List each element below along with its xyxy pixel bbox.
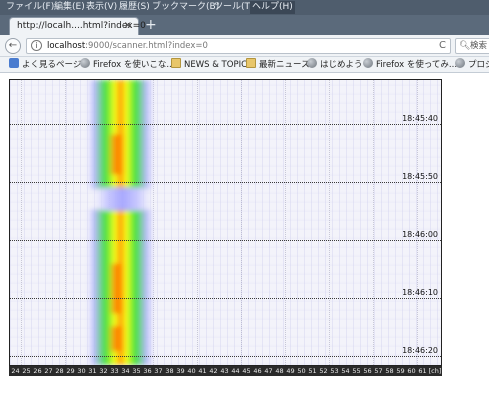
channel-tick-label: 47 [264, 367, 273, 375]
channel-tick-label: 61 [418, 367, 427, 375]
bookmark-item[interactable]: NEWS & TOPICS [171, 58, 252, 72]
globe-icon [455, 58, 465, 68]
channel-tick-label: 48 [275, 367, 284, 375]
search-input[interactable]: 🔍︎ 検索 [455, 38, 489, 54]
menu-view[interactable]: 表示(V) [84, 1, 119, 14]
bookmarks-toolbar: よく見るページ Firefox を使いこな... NEWS & TOPICS 最… [0, 57, 489, 73]
time-gridline [10, 356, 441, 357]
time-label: 18:46:20 [402, 346, 438, 355]
channel-tick-label: 38 [165, 367, 174, 375]
bookmark-label: Firefox を使いこな... [93, 60, 175, 70]
menu-file[interactable]: ファイル(F) [4, 1, 56, 14]
channel-tick-label: 42 [209, 367, 218, 375]
channel-tick-label: 25 [22, 367, 31, 375]
channel-tick-label: 34 [121, 367, 130, 375]
channel-tick-label: 33 [110, 367, 119, 375]
channel-tick-label: 39 [176, 367, 185, 375]
time-gridline [10, 298, 441, 299]
url-path: :9000/scanner.html?index=0 [85, 41, 208, 51]
time-label: 18:46:00 [402, 230, 438, 239]
tab-strip: http://localh....html?index=0 × + [0, 15, 489, 35]
time-label: 18:46:10 [402, 288, 438, 297]
channel-tick-label: 56 [363, 367, 372, 375]
channel-tick-label: 36 [143, 367, 152, 375]
folder-icon [171, 58, 181, 68]
menu-edit[interactable]: 編集(E) [52, 1, 87, 14]
channel-tick-label: 52 [319, 367, 328, 375]
menu-history[interactable]: 履歴(S) [117, 1, 152, 14]
bookmark-label: はじめよう [320, 60, 363, 70]
channel-tick-label: 43 [220, 367, 229, 375]
nav-bar: ← i localhost:9000/scanner.html?index=0 … [0, 35, 489, 57]
time-label: 18:45:50 [402, 172, 438, 181]
bookmark-label: NEWS & TOPICS [184, 60, 253, 70]
channel-tick-label: 44 [231, 367, 240, 375]
time-gridline [10, 240, 441, 241]
channel-tick-label: 53 [330, 367, 339, 375]
globe-icon [307, 58, 317, 68]
bookmark-icon [9, 58, 19, 68]
channel-tick-label: 41 [198, 367, 207, 375]
bookmark-item[interactable]: よく見るページ [9, 58, 81, 72]
channel-tick-label: 27 [44, 367, 53, 375]
time-gridline [10, 124, 441, 125]
channel-tick-label: 54 [341, 367, 350, 375]
menu-bar: ファイル(F) 編集(E) 表示(V) 履歴(S) ブックマーク(B) ツール(… [0, 0, 489, 15]
search-placeholder: 検索 [470, 41, 488, 51]
reload-icon[interactable]: C [439, 39, 446, 53]
channel-tick-label: 37 [154, 367, 163, 375]
url-bar[interactable]: i localhost:9000/scanner.html?index=0 C [26, 38, 451, 54]
bookmark-item[interactable]: Firefox を使ってみ... [363, 58, 457, 72]
menu-tools[interactable]: ツール(T) [212, 1, 256, 14]
channel-tick-label: 32 [99, 367, 108, 375]
channel-tick-label: 35 [132, 367, 141, 375]
menu-help[interactable]: ヘルプ(H) [250, 1, 295, 14]
channel-tick-label: 40 [187, 367, 196, 375]
channel-tick-label: 46 [253, 367, 262, 375]
bookmark-item[interactable]: はじめよう [307, 58, 363, 72]
bookmark-label: プロジ [468, 60, 489, 70]
channel-tick-label: 24 [11, 367, 20, 375]
menu-bookmarks[interactable]: ブックマーク(B) [150, 1, 221, 14]
page-content: 18:45:40 18:45:50 18:46:00 18:46:10 18:4… [0, 74, 489, 403]
channel-tick-label: 50 [297, 367, 306, 375]
info-icon[interactable]: i [31, 40, 42, 51]
tab-active[interactable]: http://localh....html?index=0 × [9, 17, 146, 35]
channel-axis: 24 25 26 27 28 29 30 31 32 33 34 35 36 37 38 39 40 41 42 43… [9, 366, 442, 376]
signal-heatmap [85, 80, 156, 365]
new-tab-button[interactable]: + [145, 16, 157, 34]
channel-tick-label: 49 [286, 367, 295, 375]
channel-tick-label: 60 [407, 367, 416, 375]
back-button[interactable]: ← [5, 38, 21, 54]
globe-icon [80, 58, 90, 68]
bookmark-item[interactable]: 最新ニュース [246, 58, 310, 72]
channel-tick-label: 30 [77, 367, 86, 375]
channel-tick-label: 26 [33, 367, 42, 375]
channel-tick-label: 59 [396, 367, 405, 375]
time-label: 18:45:40 [402, 114, 438, 123]
time-gridline [10, 182, 441, 183]
channel-tick-label: 58 [385, 367, 394, 375]
scanner-waterfall: 18:45:40 18:45:50 18:46:00 18:46:10 18:4… [9, 79, 442, 366]
channel-tick-label: 51 [308, 367, 317, 375]
channel-tick-label: [ch] [428, 367, 442, 375]
channel-tick-label: 55 [352, 367, 361, 375]
channel-tick-label: 31 [88, 367, 97, 375]
bookmark-item[interactable]: プロジ [455, 58, 489, 72]
bookmark-label: 最新ニュース [259, 60, 310, 70]
url-host: localhost [47, 41, 86, 51]
globe-icon [363, 58, 373, 68]
url-text: localhost:9000/scanner.html?index=0 [47, 40, 208, 53]
bookmark-item[interactable]: Firefox を使いこな... [80, 58, 174, 72]
close-icon[interactable]: × [124, 19, 132, 33]
channel-tick-label: 28 [55, 367, 64, 375]
bookmark-label: Firefox を使ってみ... [376, 60, 458, 70]
search-icon: 🔍︎ [459, 41, 471, 51]
channel-tick-label: 57 [374, 367, 383, 375]
channel-tick-label: 45 [242, 367, 251, 375]
channel-tick-label: 29 [66, 367, 75, 375]
folder-icon [246, 58, 256, 68]
bookmark-label: よく見るページ [22, 60, 82, 70]
